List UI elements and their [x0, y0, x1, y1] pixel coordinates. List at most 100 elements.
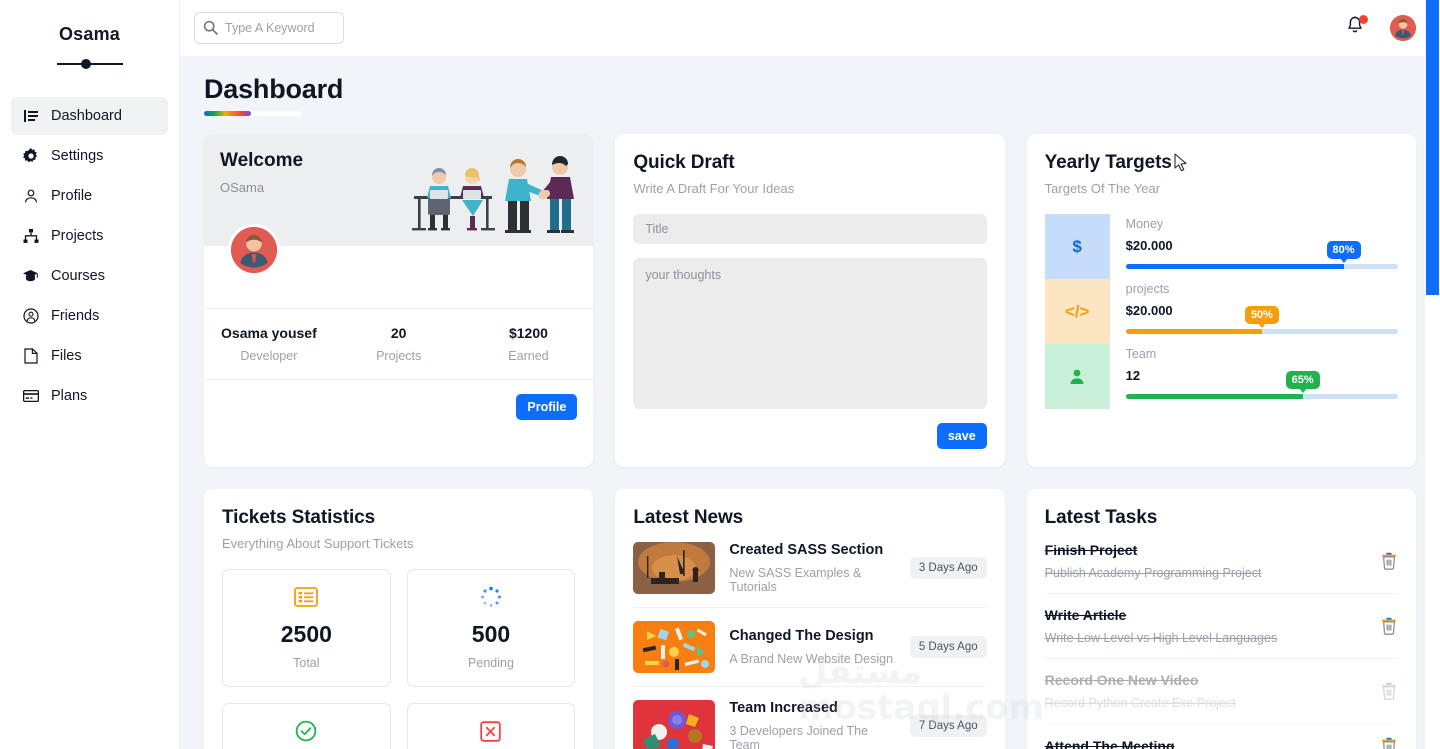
sidebar-item-label: Profile [51, 188, 93, 204]
avatar[interactable] [1390, 15, 1416, 41]
page-title-underline [204, 111, 302, 116]
quick-draft-subtitle: Write A Draft For Your Ideas [633, 181, 795, 196]
sidebar-item-courses[interactable]: Courses [11, 257, 168, 295]
sidebar-item-files[interactable]: Files [11, 337, 168, 375]
task-title: Finish Project [1044, 542, 1138, 558]
latest-news-card: Latest News Created SASS Section New SAS… [615, 489, 1005, 749]
task-item: Write Article Write Low Level vs High Le… [1044, 594, 1398, 659]
target-row-team: Team 12 65% [1044, 344, 1398, 409]
quick-draft-card: Quick Draft Write A Draft For Your Ideas… [615, 134, 1005, 467]
trash-icon[interactable] [1381, 617, 1398, 635]
sidebar-item-label: Courses [51, 268, 105, 284]
ticket-stat-closed: 1000 Closed [222, 703, 391, 749]
sidebar-item-label: Plans [51, 388, 88, 404]
save-button[interactable]: save [936, 423, 987, 449]
file-icon [22, 348, 39, 365]
trash-icon[interactable] [1381, 682, 1398, 700]
tickets-grid: 2500 Total 500 Pending [222, 569, 576, 749]
target-percent-badge: 65% [1285, 371, 1320, 393]
task-desc: Publish Academy Programming Project [1044, 566, 1262, 580]
profile-button[interactable]: Profile [516, 394, 578, 420]
sidebar-item-projects[interactable]: Projects [11, 217, 168, 255]
welcome-stat-value: Osama yousef [221, 325, 317, 341]
news-time: 7 Days Ago [909, 715, 987, 737]
target-progress-track: 80% [1125, 241, 1398, 269]
dashboard-row-2: Tickets Statistics Everything About Supp… [204, 489, 1416, 749]
news-title: Created SASS Section [729, 542, 884, 558]
news-item[interactable]: Created SASS Section New SASS Examples &… [633, 529, 987, 608]
welcome-avatar [228, 224, 280, 276]
welcome-stat: $1200 Earned [464, 325, 594, 363]
latest-tasks-title: Latest Tasks [1044, 507, 1158, 528]
task-desc: Write Low Level vs High Level Languages [1044, 631, 1278, 645]
ticket-stat-total: 2500 Total [222, 569, 391, 687]
notifications-button[interactable] [1344, 15, 1368, 40]
latest-news-title: Latest News [633, 507, 744, 528]
target-progress-track: 50% [1125, 306, 1398, 334]
sidebar-item-friends[interactable]: Friends [11, 297, 168, 335]
trash-icon[interactable] [1381, 552, 1398, 570]
news-desc: 3 Developers Joined The Team [729, 724, 869, 749]
target-row-money: $ Money $20.000 80% [1044, 214, 1398, 279]
sidebar-nav: Dashboard Settings Profile Projects Cour… [0, 97, 179, 415]
sidebar: Osama Dashboard Settings Profile Project… [0, 0, 180, 749]
task-text: Finish Project Publish Academy Programmi… [1045, 542, 1369, 580]
spinner-icon [408, 584, 575, 610]
user-circle-icon [22, 308, 39, 325]
yearly-targets-card: Yearly Targets Targets Of The Year $ Mon… [1026, 134, 1416, 467]
news-item[interactable]: Changed The Design A Brand New Website D… [633, 608, 987, 687]
quick-draft-footer: save [633, 423, 987, 449]
target-label: Money [1125, 217, 1164, 231]
brand-title: Osama [58, 24, 121, 44]
target-body: Money $20.000 80% [1125, 214, 1398, 279]
news-thumbnail [633, 621, 716, 673]
app-root: Osama Dashboard Settings Profile Project… [0, 0, 1440, 749]
welcome-footer: Profile [204, 380, 593, 467]
list-dashboard-icon [22, 108, 39, 125]
trash-icon[interactable] [1381, 737, 1398, 749]
welcome-stat: Osama yousef Developer [204, 325, 334, 363]
news-text: Changed The Design A Brand New Website D… [729, 628, 896, 666]
target-progress-track: 65% [1125, 371, 1398, 399]
brand-divider [56, 59, 123, 69]
target-body: Team 12 65% [1125, 344, 1398, 409]
user-icon [22, 188, 39, 205]
sidebar-item-label: Settings [51, 148, 104, 164]
check-circle-icon [223, 718, 390, 744]
topbar [180, 0, 1440, 56]
sidebar-item-dashboard[interactable]: Dashboard [11, 97, 168, 135]
target-value: 12 [1125, 368, 1141, 383]
search-input[interactable] [194, 12, 344, 44]
notification-badge [1359, 15, 1368, 24]
target-body: projects $20.000 50% [1125, 279, 1398, 344]
page-content: Dashboard Welcome OSama Osama yousef Dev… [180, 56, 1440, 749]
sidebar-item-plans[interactable]: Plans [11, 377, 168, 415]
task-text: Attend The Meeting [1045, 738, 1369, 749]
draft-body-textarea[interactable] [633, 258, 987, 409]
task-item: Finish Project Publish Academy Programmi… [1044, 529, 1398, 594]
page-scrollbar[interactable] [1425, 0, 1440, 749]
target-row-projects: </> projects $20.000 50% [1044, 279, 1398, 344]
welcome-card: Welcome OSama Osama yousef Developer 20 … [204, 134, 594, 467]
welcome-stats: Osama yousef Developer 20 Projects $1200… [204, 308, 594, 380]
target-percent-badge: 50% [1244, 306, 1279, 328]
x-square-icon [408, 718, 575, 744]
news-time: 3 Days Ago [909, 557, 987, 579]
scrollbar-thumb[interactable] [1426, 0, 1439, 295]
ticket-stat-label: Total [293, 656, 320, 670]
news-item[interactable]: Team Increased 3 Developers Joined The T… [633, 687, 987, 749]
task-item: Record One New Video Record Python Creat… [1044, 659, 1398, 724]
sidebar-item-settings[interactable]: Settings [11, 137, 168, 175]
sidebar-item-label: Files [51, 348, 82, 364]
news-thumbnail [633, 700, 716, 749]
yearly-targets-title: Yearly Targets [1044, 152, 1172, 173]
ticket-stat-label: Pending [468, 656, 514, 670]
news-desc: A Brand New Website Design [729, 652, 894, 666]
news-title: Team Increased [729, 700, 838, 716]
card-icon [22, 388, 39, 405]
search-box[interactable] [194, 12, 344, 44]
sidebar-item-profile[interactable]: Profile [11, 177, 168, 215]
ticket-stat-deleted: 100 Deleted [406, 703, 576, 749]
draft-title-input[interactable] [633, 214, 987, 244]
welcome-stat: 20 Projects [334, 325, 464, 363]
